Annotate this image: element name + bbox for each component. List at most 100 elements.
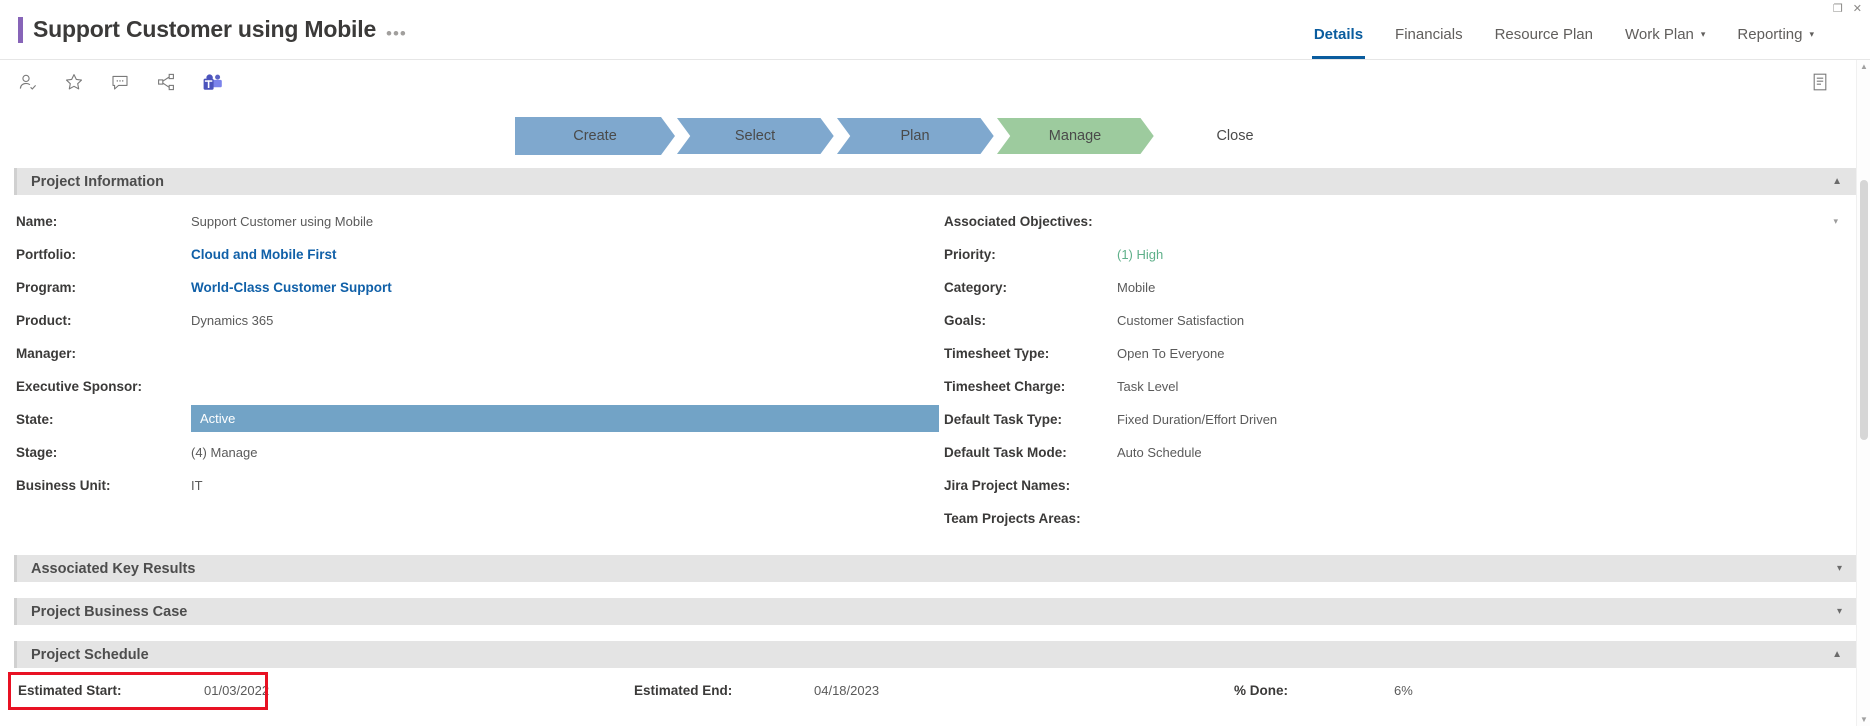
chevron-down-icon[interactable]: ▾ (1837, 606, 1842, 617)
field-goals-label: Goals: (944, 313, 987, 328)
field-business-unit-label: Business Unit: (16, 478, 111, 493)
stage-select[interactable]: Select (675, 117, 835, 155)
tab-financials[interactable]: Financials (1379, 0, 1479, 59)
field-estimated-start-value[interactable]: 01/03/2022 (204, 683, 269, 698)
field-percent-done-label: % Done: (1234, 682, 1288, 698)
close-icon[interactable]: ✕ (1853, 2, 1862, 15)
title-accent-bar (18, 16, 23, 43)
main-nav-tabs: Details Financials Resource Plan Work Pl… (1298, 0, 1830, 59)
field-priority-label: Priority: (944, 247, 996, 262)
field-category: Category: Mobile (944, 271, 1856, 304)
section-header-project-business-case[interactable]: Project Business Case ▾ (14, 598, 1856, 625)
field-program: Program: World-Class Customer Support (14, 271, 944, 304)
scroll-down-icon[interactable]: ▼ (1857, 715, 1870, 724)
stage-plan-label: Plan (900, 128, 930, 144)
field-portfolio-link[interactable]: Cloud and Mobile First (191, 247, 337, 262)
comment-icon[interactable] (105, 67, 135, 97)
page-scrollbar[interactable]: ▲ ▼ (1856, 60, 1870, 726)
field-name-label: Name: (16, 214, 58, 229)
field-estimated-end: Estimated End: 04/18/2023 (634, 683, 1234, 698)
stage-manage[interactable]: Manage (995, 117, 1155, 155)
chevron-down-icon[interactable]: ▾ (1833, 216, 1838, 227)
tab-work-plan[interactable]: Work Plan ▾ (1609, 0, 1721, 59)
stage-pipeline-container: Create Select Plan Manage Close (0, 104, 1870, 168)
field-team-projects-areas-label: Team Projects Areas: (944, 511, 1081, 526)
stage-select-label: Select (734, 128, 776, 144)
restore-icon[interactable]: ❐ (1833, 2, 1843, 15)
field-state-label: State: (16, 412, 54, 427)
field-default-task-mode-label: Default Task Mode: (944, 445, 1067, 460)
field-timesheet-type-label: Timesheet Type: (944, 346, 1050, 361)
section-header-project-information[interactable]: Project Information ▲ (14, 168, 1856, 195)
field-program-link[interactable]: World-Class Customer Support (191, 280, 392, 295)
chevron-up-icon[interactable]: ▲ (1832, 649, 1842, 660)
section-title: Associated Key Results (31, 560, 196, 577)
field-timesheet-charge-label: Timesheet Charge: (944, 379, 1066, 394)
field-estimated-start: Estimated Start: 01/03/2022 (14, 683, 634, 698)
section-header-associated-key-results[interactable]: Associated Key Results ▾ (14, 555, 1856, 582)
section-title: Project Information (31, 173, 164, 190)
field-percent-done: % Done: 6% (1234, 683, 1856, 698)
field-associated-objectives: Associated Objectives: ▾ (944, 205, 1856, 238)
field-estimated-end-value[interactable]: 04/18/2023 (814, 683, 879, 698)
field-product-value: Dynamics 365 (191, 313, 274, 328)
action-icon-toolbar (0, 60, 1870, 104)
field-team-projects-areas: Team Projects Areas: (944, 502, 1856, 535)
field-category-value: Mobile (1117, 280, 1156, 295)
field-product: Product: Dynamics 365 (14, 304, 944, 337)
project-information-body: Name: Support Customer using Mobile Port… (0, 195, 1870, 539)
field-stage-value: (4) Manage (191, 445, 258, 460)
tab-details[interactable]: Details (1298, 0, 1379, 59)
tab-resource-plan[interactable]: Resource Plan (1479, 0, 1609, 59)
chevron-down-icon[interactable]: ▾ (1837, 563, 1842, 574)
field-goals: Goals: Customer Satisfaction (944, 304, 1856, 337)
field-timesheet-charge-value: Task Level (1117, 379, 1179, 394)
stage-create[interactable]: Create (515, 117, 675, 155)
tab-reporting-label: Reporting (1737, 26, 1803, 43)
star-icon[interactable] (59, 67, 89, 97)
chevron-down-icon: ▾ (1809, 29, 1814, 39)
field-state: State: Active (14, 403, 944, 436)
add-person-icon[interactable] (13, 67, 43, 97)
field-business-unit: Business Unit: IT (14, 469, 944, 502)
page-title: Support Customer using Mobile (33, 16, 377, 42)
field-state-value: Active (200, 411, 236, 426)
tab-reporting[interactable]: Reporting ▾ (1721, 0, 1830, 59)
field-category-label: Category: (944, 280, 1008, 295)
field-default-task-type-value: Fixed Duration/Effort Driven (1117, 412, 1278, 427)
field-associated-objectives-label: Associated Objectives: (944, 214, 1093, 229)
field-default-task-type: Default Task Type: Fixed Duration/Effort… (944, 403, 1856, 436)
page-title-group: Support Customer using Mobile ••• (0, 16, 407, 43)
scrollbar-thumb[interactable] (1860, 180, 1868, 440)
field-timesheet-type-value: Open To Everyone (1117, 346, 1225, 361)
field-name: Name: Support Customer using Mobile (14, 205, 944, 238)
field-timesheet-charge: Timesheet Charge: Task Level (944, 370, 1856, 403)
chevron-up-icon[interactable]: ▲ (1832, 176, 1842, 187)
field-jira-project-names: Jira Project Names: (944, 469, 1856, 502)
stage-plan[interactable]: Plan (835, 117, 995, 155)
stage-manage-label: Manage (1048, 128, 1102, 144)
field-percent-done-value: 6% (1394, 682, 1413, 698)
scroll-up-icon[interactable]: ▲ (1857, 62, 1870, 71)
state-highlight-bar[interactable]: Active (191, 405, 939, 432)
field-program-label: Program: (16, 280, 77, 295)
field-default-task-mode-value: Auto Schedule (1117, 445, 1202, 460)
section-header-project-schedule[interactable]: Project Schedule ▲ (14, 641, 1856, 668)
field-business-unit-value: IT (191, 478, 203, 493)
share-icon[interactable] (151, 67, 181, 97)
chevron-down-icon: ▾ (1700, 29, 1706, 39)
field-default-task-mode: Default Task Mode: Auto Schedule (944, 436, 1856, 469)
field-manager-label: Manager: (16, 346, 77, 361)
field-executive-sponsor: Executive Sponsor: (14, 370, 944, 403)
project-schedule-body: Estimated Start: 01/03/2022 Estimated En… (0, 668, 1870, 712)
teams-icon[interactable] (197, 67, 227, 97)
stage-close[interactable]: Close (1155, 117, 1315, 155)
field-manager: Manager: (14, 337, 944, 370)
section-title: Project Business Case (31, 603, 188, 620)
title-more-icon[interactable]: ••• (386, 25, 407, 42)
notes-icon[interactable] (1806, 68, 1834, 96)
field-timesheet-type: Timesheet Type: Open To Everyone (944, 337, 1856, 370)
field-name-value: Support Customer using Mobile (191, 214, 374, 229)
project-info-right-column: Associated Objectives: ▾ Priority: (1) H… (944, 205, 1856, 535)
field-product-label: Product: (16, 313, 72, 328)
